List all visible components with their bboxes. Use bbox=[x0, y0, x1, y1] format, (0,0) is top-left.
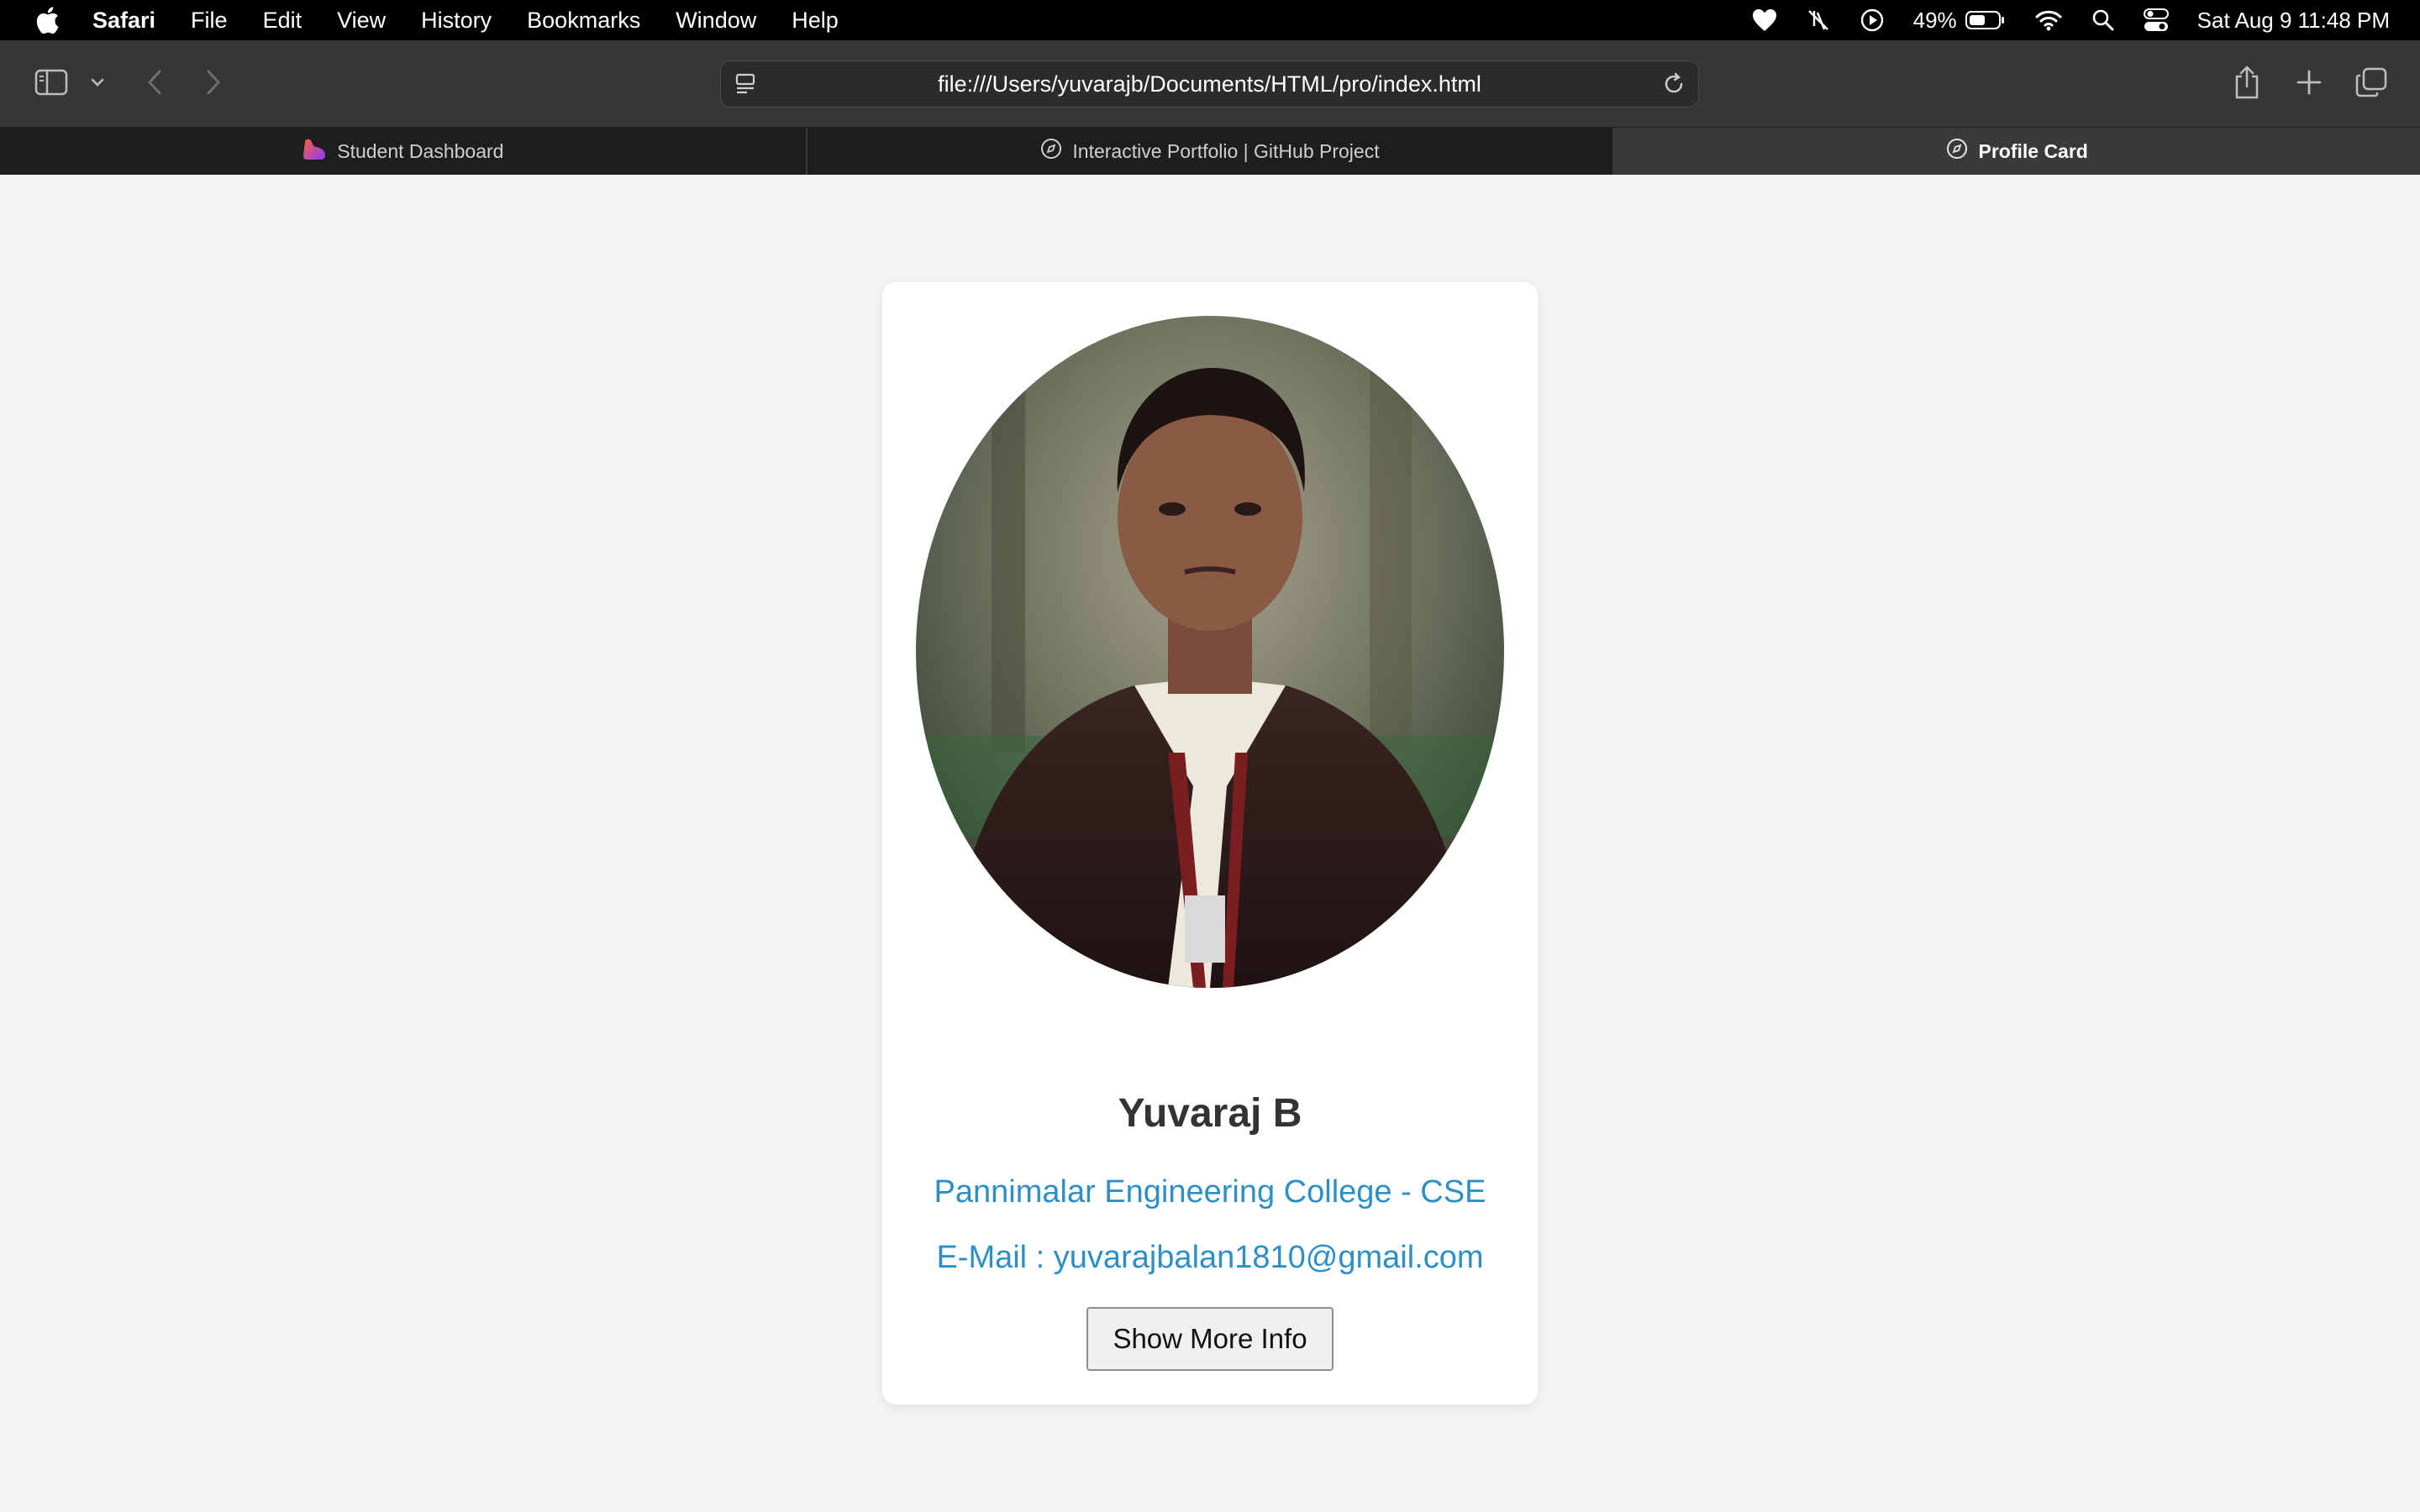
menu-file[interactable]: File bbox=[191, 8, 228, 34]
tab-bar: Student Dashboard Interactive Portfolio … bbox=[0, 128, 2420, 175]
address-url: file:///Users/yuvarajb/Documents/HTML/pr… bbox=[938, 71, 1481, 97]
menu-window[interactable]: Window bbox=[676, 8, 756, 34]
mute-icon[interactable] bbox=[1806, 8, 1831, 33]
play-circle-icon[interactable] bbox=[1860, 8, 1885, 33]
heart-favicon-icon bbox=[302, 137, 327, 165]
profile-name: Yuvaraj B bbox=[1118, 1091, 1302, 1136]
sidebar-toggle-icon[interactable] bbox=[34, 67, 69, 97]
show-more-info-button[interactable]: Show More Info bbox=[1086, 1307, 1334, 1371]
compass-icon bbox=[1040, 138, 1062, 165]
browser-toolbar: file:///Users/yuvarajb/Documents/HTML/pr… bbox=[0, 40, 2420, 128]
control-center-icon[interactable] bbox=[2143, 8, 2169, 32]
profile-photo bbox=[916, 316, 1504, 988]
battery-icon[interactable] bbox=[1965, 10, 2006, 30]
tab-label: Interactive Portfolio | GitHub Project bbox=[1072, 139, 1380, 162]
chevron-down-icon[interactable] bbox=[87, 74, 108, 91]
page-menu-icon[interactable] bbox=[733, 71, 758, 102]
tab-label: Profile Card bbox=[1978, 139, 2088, 162]
tab-interactive-portfolio[interactable]: Interactive Portfolio | GitHub Project bbox=[808, 128, 1615, 175]
spotlight-search-icon[interactable] bbox=[2091, 8, 2115, 32]
tab-profile-card[interactable]: Profile Card bbox=[1614, 128, 2420, 175]
tab-student-dashboard[interactable]: Student Dashboard bbox=[0, 128, 808, 175]
share-icon[interactable] bbox=[2230, 62, 2264, 102]
menu-edit[interactable]: Edit bbox=[263, 8, 302, 34]
menu-bookmarks[interactable]: Bookmarks bbox=[527, 8, 640, 34]
battery-percent: 49% bbox=[1912, 7, 1957, 33]
forward-arrow-icon[interactable] bbox=[200, 67, 227, 97]
menu-history[interactable]: History bbox=[421, 8, 492, 34]
menu-app-name[interactable]: Safari bbox=[92, 8, 155, 34]
clock[interactable]: Sat Aug 9 11:48 PM bbox=[2197, 8, 2390, 34]
menu-help[interactable]: Help bbox=[792, 8, 839, 34]
new-tab-plus-icon[interactable] bbox=[2292, 66, 2326, 99]
wifi-icon[interactable] bbox=[2034, 9, 2063, 31]
compass-icon bbox=[1946, 138, 1968, 165]
status-area: 49% Sat Aug 9 11:48 PM bbox=[1752, 0, 2390, 40]
page-content: Yuvaraj B Pannimalar Engineering College… bbox=[0, 175, 2420, 1512]
profile-card: Yuvaraj B Pannimalar Engineering College… bbox=[882, 282, 1538, 1404]
heart-icon[interactable] bbox=[1752, 8, 1777, 32]
reload-icon[interactable] bbox=[1661, 71, 1686, 102]
profile-college: Pannimalar Engineering College - CSE bbox=[934, 1174, 1486, 1210]
menu-view[interactable]: View bbox=[337, 8, 386, 34]
tab-overview-icon[interactable] bbox=[2354, 66, 2388, 99]
address-bar[interactable]: file:///Users/yuvarajb/Documents/HTML/pr… bbox=[720, 60, 1699, 108]
mac-menubar: Safari File Edit View History Bookmarks … bbox=[0, 0, 2420, 40]
apple-logo-icon[interactable] bbox=[30, 3, 64, 37]
back-arrow-icon[interactable] bbox=[141, 67, 168, 97]
tab-label: Student Dashboard bbox=[337, 139, 504, 162]
profile-email: E-Mail : yuvarajbalan1810@gmail.com bbox=[936, 1240, 1484, 1275]
